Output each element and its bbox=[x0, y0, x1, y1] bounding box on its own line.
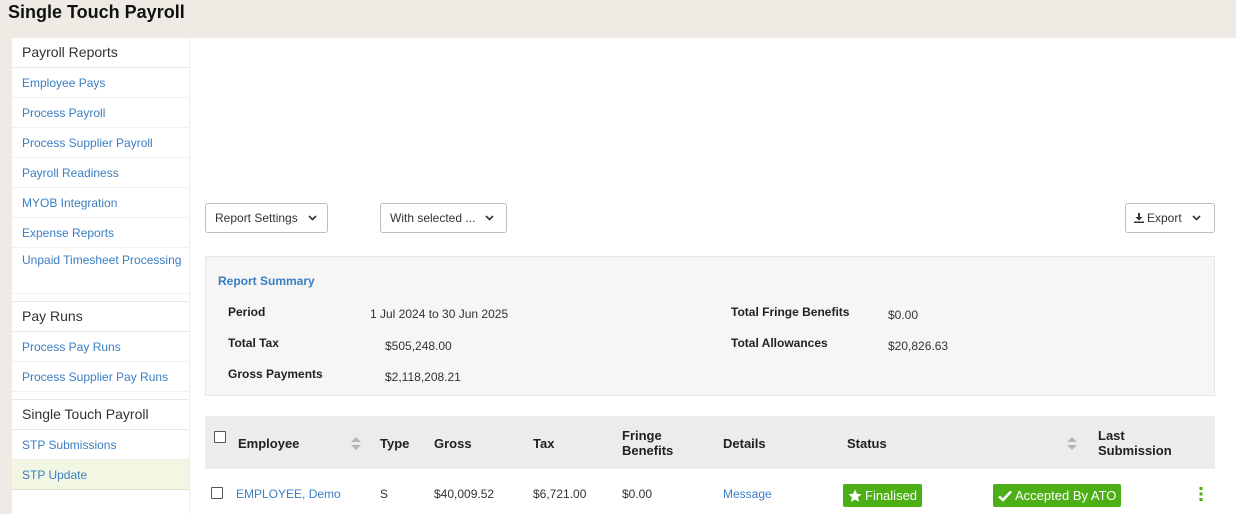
message-link[interactable]: Message bbox=[723, 487, 772, 501]
sidebar-item-stp-submissions[interactable]: STP Submissions bbox=[12, 430, 189, 460]
sidebar-item-myob-integration[interactable]: MYOB Integration bbox=[12, 188, 189, 218]
report-summary: Report Summary Period 1 Jul 2024 to 30 J… bbox=[205, 256, 1215, 396]
chevron-down-icon bbox=[485, 215, 494, 221]
with-selected-label: With selected ... bbox=[390, 211, 476, 225]
sidebar-item-unpaid-timesheet-processing[interactable]: Unpaid Timesheet Processing bbox=[12, 248, 189, 294]
total-fringe-benefits-label: Total Fringe Benefits bbox=[731, 305, 850, 319]
chevron-down-icon bbox=[1192, 215, 1201, 221]
period-value: 1 Jul 2024 to 30 Jun 2025 bbox=[370, 307, 509, 321]
check-icon bbox=[998, 490, 1012, 502]
employee-link[interactable]: EMPLOYEE, Demo bbox=[236, 487, 341, 501]
sidebar: Payroll Reports Employee Pays Process Pa… bbox=[12, 38, 189, 514]
sidebar-item-stp-update[interactable]: STP Update bbox=[12, 460, 189, 490]
status-badge: Finalised bbox=[843, 484, 923, 507]
column-last-submission: Last Submission bbox=[1098, 428, 1172, 458]
sort-icon[interactable] bbox=[351, 437, 361, 450]
kebab-menu-icon[interactable] bbox=[1199, 487, 1203, 501]
cell-fringe: $0.00 bbox=[622, 487, 653, 501]
column-employee[interactable]: Employee bbox=[238, 436, 299, 451]
sidebar-item-payroll-readiness[interactable]: Payroll Readiness bbox=[12, 158, 189, 188]
sort-icon[interactable] bbox=[1067, 437, 1077, 450]
column-last-line2: Submission bbox=[1098, 443, 1172, 458]
page-title: Single Touch Payroll bbox=[8, 2, 185, 22]
cell-type: S bbox=[380, 487, 389, 501]
total-fringe-benefits-value: $0.00 bbox=[888, 308, 919, 322]
column-type: Type bbox=[380, 436, 410, 451]
cell-tax: $6,721.00 bbox=[533, 487, 587, 501]
row-checkbox[interactable] bbox=[211, 487, 223, 499]
column-fringe-line1: Fringe bbox=[622, 428, 662, 443]
export-button[interactable]: Export bbox=[1125, 203, 1215, 233]
column-gross: Gross bbox=[434, 436, 472, 451]
export-label: Export bbox=[1147, 211, 1182, 225]
report-settings-label: Report Settings bbox=[215, 211, 298, 225]
total-allowances-label: Total Allowances bbox=[731, 336, 828, 350]
select-all-checkbox[interactable] bbox=[214, 431, 226, 443]
status-badge-label: Finalised bbox=[865, 488, 918, 503]
sidebar-item-process-payroll[interactable]: Process Payroll bbox=[12, 98, 189, 128]
gross-payments-label: Gross Payments bbox=[228, 367, 323, 381]
sidebar-heading-pay-runs: Pay Runs bbox=[12, 302, 189, 332]
table-header: Employee Type Gross Tax Fringe Benefits … bbox=[205, 416, 1215, 469]
period-label: Period bbox=[228, 305, 266, 319]
with-selected-dropdown[interactable]: With selected ... bbox=[380, 203, 507, 233]
column-details: Details bbox=[723, 436, 766, 451]
sidebar-divider bbox=[12, 294, 189, 302]
column-status: Status bbox=[847, 436, 887, 451]
total-tax-value: $505,248.00 bbox=[385, 339, 452, 353]
chevron-down-icon bbox=[308, 215, 317, 221]
report-settings-dropdown[interactable]: Report Settings bbox=[205, 203, 328, 233]
report-summary-title: Report Summary bbox=[218, 274, 315, 288]
sidebar-heading-single-touch-payroll: Single Touch Payroll bbox=[12, 400, 189, 430]
column-last-line1: Last bbox=[1098, 428, 1125, 443]
sidebar-heading-payroll-reports: Payroll Reports bbox=[12, 38, 189, 68]
sidebar-item-expense-reports[interactable]: Expense Reports bbox=[12, 218, 189, 248]
column-fringe-benefits: Fringe Benefits bbox=[622, 428, 673, 458]
total-tax-label: Total Tax bbox=[228, 336, 279, 350]
sidebar-item-process-pay-runs[interactable]: Process Pay Runs bbox=[12, 332, 189, 362]
sidebar-item-process-supplier-payroll[interactable]: Process Supplier Payroll bbox=[12, 128, 189, 158]
cell-gross: $40,009.52 bbox=[434, 487, 495, 501]
sidebar-item-process-supplier-pay-runs[interactable]: Process Supplier Pay Runs bbox=[12, 362, 189, 392]
last-submission-label: Accepted By ATO bbox=[1015, 488, 1117, 503]
last-submission-badge: Accepted By ATO bbox=[993, 484, 1122, 507]
sidebar-divider bbox=[12, 392, 189, 400]
main-panel: Report Settings With selected ... Export… bbox=[190, 38, 1236, 514]
total-allowances-value: $20,826.63 bbox=[888, 339, 949, 353]
sidebar-item-employee-pays[interactable]: Employee Pays bbox=[12, 68, 189, 98]
table-row: EMPLOYEE, Demo S $40,009.52 $6,721.00 $0… bbox=[205, 469, 1215, 514]
download-icon bbox=[1134, 213, 1144, 223]
column-tax: Tax bbox=[533, 436, 555, 451]
gross-payments-value: $2,118,208.21 bbox=[385, 370, 461, 384]
star-icon bbox=[848, 489, 862, 502]
column-fringe-line2: Benefits bbox=[622, 443, 674, 458]
